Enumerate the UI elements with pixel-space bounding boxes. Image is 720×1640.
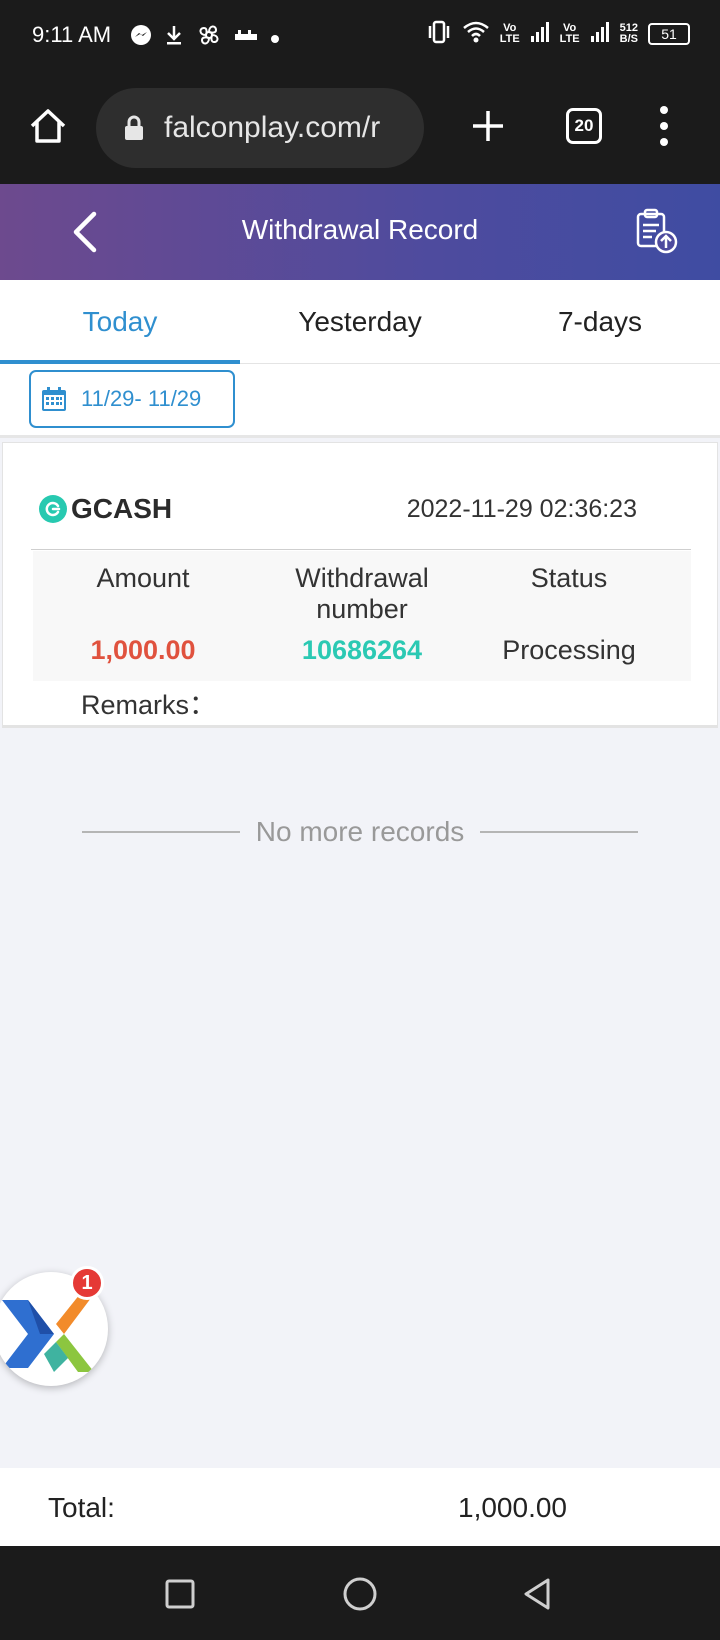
date-range-text: 11/29- 11/29 (81, 386, 202, 411)
system-icons: Vo LTE Vo LTE 512 B/S 51 (426, 20, 690, 47)
volte-label-2: Vo LTE (559, 21, 580, 45)
volte-label-1: Vo LTE (499, 21, 520, 45)
amount-value: 1,000.00 (90, 635, 196, 665)
date-filter-bar: 11/29- 11/29 (0, 364, 720, 438)
vibrate-icon (426, 20, 452, 47)
date-range-picker[interactable]: 11/29- 11/29 (29, 370, 235, 428)
record-datetime: 2022-11-29 02:36:23 (406, 495, 637, 523)
notification-badge: 1 (70, 1266, 104, 1300)
download-icon (164, 24, 184, 52)
calendar-icon (42, 387, 66, 411)
new-tab-button[interactable] (470, 108, 506, 144)
plus-icon (473, 111, 503, 141)
app-notification-icon (234, 27, 258, 50)
payment-method: GCASH (39, 493, 172, 525)
remarks-label: Remarks： (81, 690, 217, 720)
total-label: Total: (48, 1492, 115, 1523)
list-end-indicator: No more records (82, 812, 639, 852)
messenger-icon (130, 24, 152, 52)
home-nav-button[interactable] (340, 1574, 380, 1614)
more-notifications-dot (270, 27, 280, 50)
tab-yesterday[interactable]: Yesterday (240, 280, 480, 364)
withdrawal-record-card[interactable]: GCASH 2022-11-29 02:36:23 Amount Withdra… (2, 442, 718, 728)
recent-apps-button[interactable] (160, 1574, 200, 1614)
status-header: Status (530, 563, 608, 593)
total-summary-bar: Total: 1,000.00 (0, 1468, 720, 1546)
gcash-logo-icon (39, 495, 67, 523)
clipboard-upload-icon (636, 208, 678, 254)
status-value: Processing (502, 635, 636, 665)
divider-line (480, 831, 639, 833)
circle-icon (343, 1577, 377, 1611)
pinwheel-icon (196, 22, 222, 54)
network-speed: 512 B/S (619, 21, 638, 45)
square-icon (165, 1579, 195, 1609)
address-bar[interactable]: falconplay.com/r (96, 88, 424, 168)
period-tabs: Today Yesterday 7-days (0, 280, 720, 364)
menu-dot (660, 138, 668, 146)
home-icon (30, 109, 66, 143)
tab-switcher-button[interactable]: 20 (566, 108, 602, 144)
triangle-back-icon (524, 1578, 550, 1610)
lock-icon (125, 115, 143, 140)
browser-menu-button[interactable] (654, 106, 674, 146)
back-nav-button[interactable] (518, 1574, 558, 1614)
battery-icon: 51 (648, 22, 690, 45)
tab-today[interactable]: Today (0, 280, 240, 364)
system-navigation-bar (0, 1546, 720, 1640)
withdrawal-number-value: 10686264 (301, 635, 423, 665)
floating-support-button[interactable]: 1 (0, 1266, 110, 1396)
menu-dot (660, 122, 668, 130)
amount-header: Amount (96, 563, 190, 593)
upload-records-button[interactable] (632, 208, 680, 256)
page-title: Withdrawal Record (241, 214, 479, 245)
status-bar: 9:11 AM Vo LTE Vo LTE 512 B/S 51 (0, 0, 720, 72)
status-time: 9:11 AM (32, 22, 112, 47)
browser-toolbar: falconplay.com/r 20 (0, 72, 720, 184)
record-details: Amount Withdrawal number Status 1,000.00… (33, 551, 691, 681)
payment-method-name: GCASH (71, 493, 173, 524)
wifi-icon (462, 20, 490, 47)
page-header: Withdrawal Record (0, 184, 720, 280)
notification-icons (130, 22, 280, 54)
signal-icon-1 (530, 21, 550, 46)
card-divider (31, 549, 691, 550)
home-button[interactable] (28, 106, 68, 146)
total-value: 1,000.00 (458, 1492, 567, 1523)
tab-7-days[interactable]: 7-days (480, 280, 720, 364)
menu-dot (660, 106, 668, 114)
withdrawal-number-header: Withdrawal number (295, 563, 429, 624)
divider-line (82, 831, 240, 833)
no-more-records-text: No more records (255, 816, 465, 847)
url-text: falconplay.com/r (164, 111, 381, 144)
signal-icon-2 (590, 21, 610, 46)
